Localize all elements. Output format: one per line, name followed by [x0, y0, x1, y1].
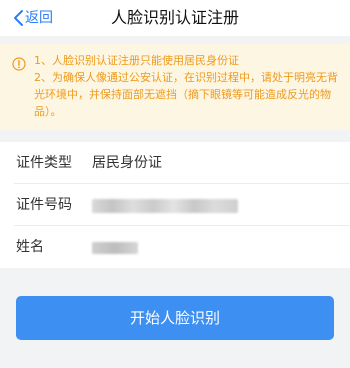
start-face-recognition-button[interactable]: 开始人脸识别 — [16, 296, 334, 340]
id-number-row[interactable]: 证件号码 — [0, 184, 350, 226]
document-type-value: 居民身份证 — [92, 155, 162, 171]
document-type-label: 证件类型 — [16, 155, 72, 171]
warning-circle-icon — [12, 56, 26, 71]
id-number-value-redacted — [92, 199, 238, 213]
document-type-row[interactable]: 证件类型 居民身份证 — [0, 142, 350, 184]
name-value-redacted — [92, 242, 138, 254]
navigation-bar: 返回 人脸识别认证注册 — [0, 0, 350, 36]
name-label: 姓名 — [16, 239, 44, 255]
name-row[interactable]: 姓名 — [0, 226, 350, 268]
notice-line-2: 2、为确保人像通过公安认证，在识别过程中，请处于明亮无背光环境中，并保持面部无遮… — [34, 71, 338, 118]
identity-form: 证件类型 居民身份证 证件号码 姓名 — [0, 142, 350, 268]
notice-line-1: 1、人脸识别认证注册只能使用居民身份证 — [34, 54, 239, 67]
notice-text: 1、人脸识别认证注册只能使用居民身份证 2、为确保人像通过公安认证，在识别过程中… — [34, 52, 340, 120]
id-number-label: 证件号码 — [16, 197, 72, 213]
page-title: 人脸识别认证注册 — [110, 8, 239, 27]
notice-banner: 1、人脸识别认证注册只能使用居民身份证 2、为确保人像通过公安认证，在识别过程中… — [0, 44, 350, 130]
